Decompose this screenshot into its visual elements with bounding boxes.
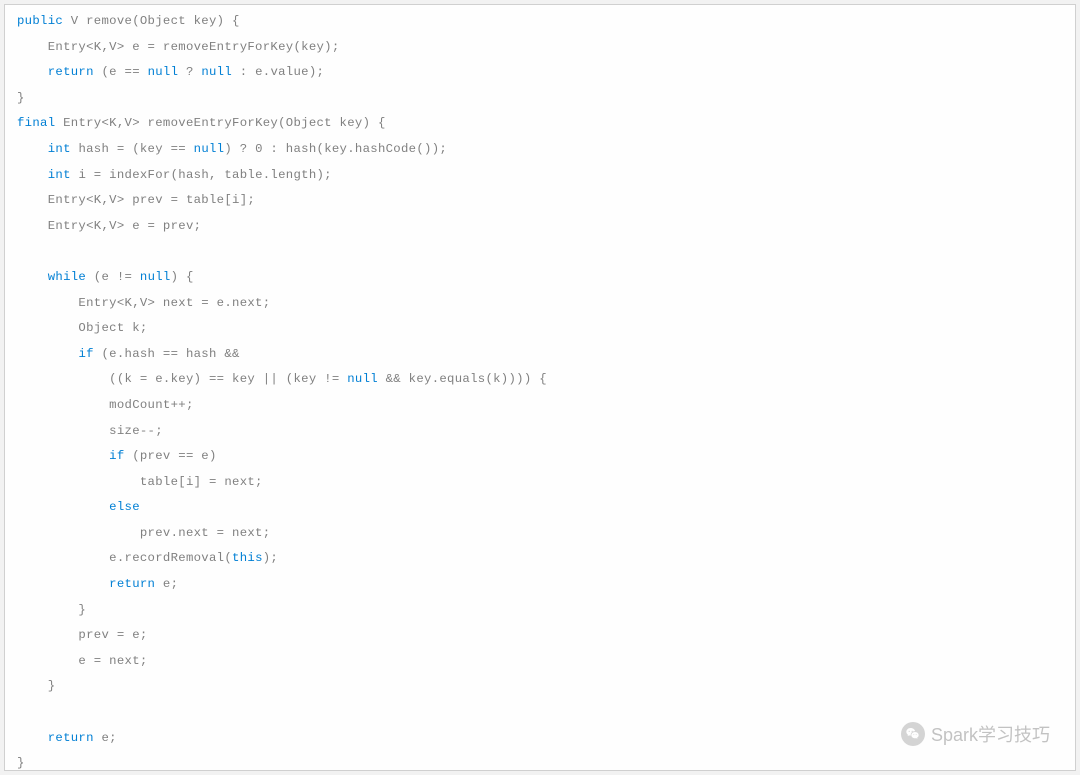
keyword-null: null bbox=[347, 372, 378, 386]
keyword-null: null bbox=[140, 270, 171, 284]
keyword-final: final bbox=[17, 116, 55, 130]
keyword-if: if bbox=[109, 449, 124, 463]
keyword-if: if bbox=[78, 347, 93, 361]
keyword-null: null bbox=[201, 65, 232, 79]
watermark-text: Spark学习技巧 bbox=[931, 721, 1050, 747]
keyword-else: else bbox=[109, 500, 140, 514]
keyword-return: return bbox=[109, 577, 155, 591]
keyword-null: null bbox=[194, 142, 225, 156]
wechat-icon bbox=[901, 722, 925, 746]
code-block: public V remove(Object key) { Entry<K,V>… bbox=[4, 4, 1076, 771]
keyword-null: null bbox=[148, 65, 179, 79]
code-content: public V remove(Object key) { Entry<K,V>… bbox=[17, 9, 1063, 771]
keyword-public: public bbox=[17, 14, 63, 28]
keyword-return: return bbox=[48, 731, 94, 745]
keyword-int: int bbox=[48, 168, 71, 182]
keyword-this: this bbox=[232, 551, 263, 565]
keyword-while: while bbox=[48, 270, 86, 284]
keyword-int: int bbox=[48, 142, 71, 156]
keyword-return: return bbox=[48, 65, 94, 79]
watermark: Spark学习技巧 bbox=[901, 721, 1050, 747]
